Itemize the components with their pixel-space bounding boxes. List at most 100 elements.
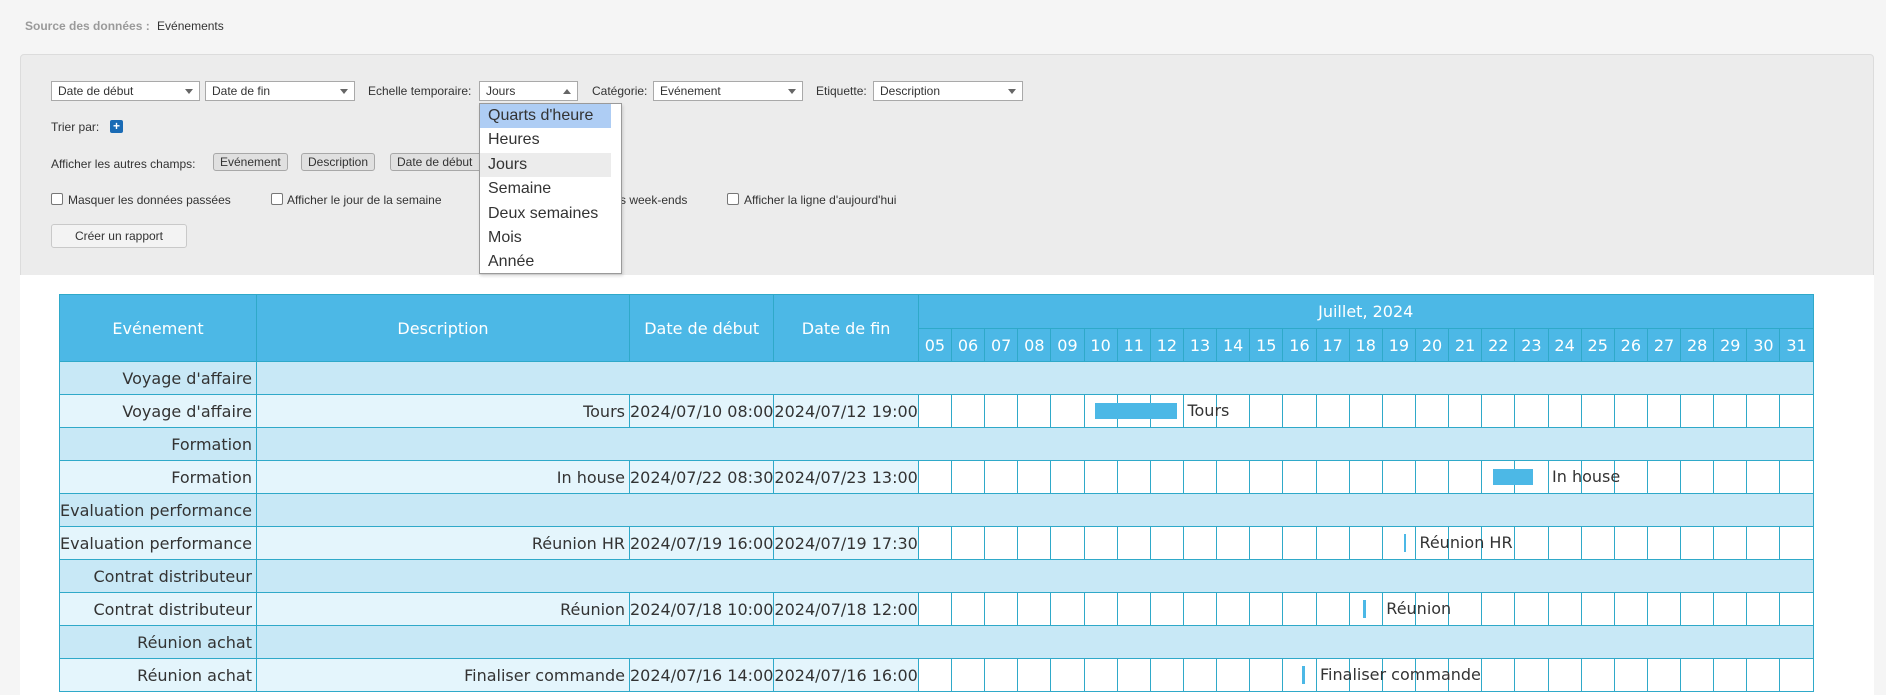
chevron-down-icon (1008, 89, 1016, 94)
chevron-up-icon (563, 89, 571, 94)
day-cell (1348, 460, 1383, 494)
day-cell (1315, 394, 1350, 428)
time-scale-select[interactable]: Jours (479, 81, 578, 101)
day-cell (1182, 526, 1218, 560)
day-cell (1713, 460, 1748, 494)
day-cell (1613, 526, 1648, 560)
gantt-bar[interactable] (1302, 666, 1305, 684)
category-select[interactable]: Evénement (653, 81, 803, 101)
day-header: 06 (950, 328, 986, 362)
day-cell (1348, 394, 1383, 428)
table-row[interactable]: Evaluation performance Réunion HR 2024/07/… (59, 526, 1814, 560)
day-cell (950, 394, 986, 428)
cell-start-date: 2024/07/10 08:00 (628, 394, 775, 428)
gantt-bar[interactable] (1095, 403, 1177, 419)
day-cell (1083, 658, 1118, 692)
sort-label: Trier par: (51, 120, 100, 134)
header-month: Juillet, 2024 (917, 294, 1814, 329)
day-header: 25 (1580, 328, 1615, 362)
group-fill (256, 427, 1814, 461)
gantt-bar-label: Réunion (1386, 599, 1452, 618)
category-select-value: Evénement (660, 84, 721, 98)
other-fields-label: Afficher les autres champs: (51, 157, 196, 171)
field-chip-start-date[interactable]: Date de début (390, 153, 486, 171)
day-cell (1249, 526, 1284, 560)
day-cell (1448, 592, 1483, 626)
day-header: 31 (1779, 328, 1814, 362)
day-cell (917, 658, 952, 692)
day-header: 30 (1746, 328, 1781, 362)
option-quarter-hours[interactable]: Quarts d'heure (480, 104, 611, 129)
day-cell (1646, 592, 1682, 626)
option-days[interactable]: Jours (480, 152, 611, 178)
today-line-checkbox[interactable] (727, 193, 739, 205)
data-source-label: Source des données : (25, 19, 150, 33)
day-cell (1481, 592, 1516, 626)
day-cell (984, 592, 1019, 626)
day-cell (1149, 460, 1184, 494)
cell-event: Contrat distributeur (59, 592, 257, 626)
option-month[interactable]: Mois (480, 226, 611, 250)
option-hours[interactable]: Heures (480, 128, 611, 152)
table-row[interactable]: Contrat distributeur Réunion 2024/07/18 10… (59, 592, 1814, 626)
day-header: 09 (1050, 328, 1085, 362)
today-line-label: Afficher la ligne d'aujourd'hui (744, 193, 897, 207)
option-two-weeks[interactable]: Deux semaines (480, 202, 611, 226)
table-row[interactable]: Réunion achat Finaliser commande 2024/07/1… (59, 658, 1814, 692)
weekends-label: s week-ends (620, 193, 688, 207)
data-source-value: Evénements (157, 19, 224, 33)
day-header: 18 (1348, 328, 1383, 362)
day-cell (1481, 394, 1516, 428)
day-cell (1713, 658, 1748, 692)
day-cell (1216, 526, 1251, 560)
field-chip-event[interactable]: Evénement (213, 153, 288, 171)
cell-event: Réunion achat (59, 658, 257, 692)
day-cell (1580, 592, 1615, 626)
day-cell (1613, 658, 1648, 692)
add-sort-icon[interactable]: + (110, 120, 123, 133)
day-cell (917, 394, 952, 428)
option-week[interactable]: Semaine (480, 177, 611, 201)
day-cell (1613, 394, 1648, 428)
day-cell (1547, 394, 1582, 428)
header-start-date: Date de début (628, 294, 775, 362)
table-row[interactable]: Voyage d'affaire Tours 2024/07/10 08:00 202… (59, 394, 1814, 428)
show-weekday-label: Afficher le jour de la semaine (287, 193, 442, 207)
start-date-select[interactable]: Date de début (51, 81, 200, 101)
end-date-select[interactable]: Date de fin (205, 81, 355, 101)
show-weekday-checkbox[interactable] (271, 193, 283, 205)
day-cell (1315, 592, 1350, 626)
hide-past-label: Masquer les données passées (68, 193, 231, 207)
group-row: Formation (59, 427, 1814, 461)
day-cell (1646, 658, 1682, 692)
cell-start-date: 2024/07/16 14:00 (628, 658, 775, 692)
day-cell (1746, 592, 1781, 626)
cell-event: Evaluation performance (59, 526, 257, 560)
day-header: 24 (1547, 328, 1582, 362)
gantt-bar[interactable] (1404, 534, 1407, 552)
group-fill (256, 625, 1814, 659)
day-cell (1680, 592, 1715, 626)
gantt-bar[interactable] (1362, 600, 1366, 618)
day-cell (1381, 526, 1416, 560)
group-name: Réunion achat (59, 625, 257, 659)
hide-past-checkbox[interactable] (51, 193, 63, 205)
day-cell (1746, 394, 1781, 428)
gantt-bar[interactable] (1493, 469, 1533, 485)
day-cell (1282, 394, 1317, 428)
day-cell (1149, 658, 1184, 692)
tag-select[interactable]: Description (873, 81, 1023, 101)
day-cell (1414, 460, 1450, 494)
option-year[interactable]: Année (480, 250, 611, 274)
gantt-bar-label: Finaliser commande (1320, 665, 1481, 684)
day-cell (1050, 526, 1085, 560)
day-header: 14 (1216, 328, 1251, 362)
group-row: Evaluation performance (59, 493, 1814, 527)
cell-description: Réunion (255, 592, 630, 626)
create-report-button[interactable]: Créer un rapport (51, 224, 187, 248)
group-name: Formation (59, 427, 257, 461)
cell-event: Formation (59, 460, 257, 494)
field-chip-description[interactable]: Description (301, 153, 376, 171)
table-row[interactable]: Formation In house 2024/07/22 08:30 2024/07… (59, 460, 1814, 494)
day-cell (1282, 460, 1317, 494)
